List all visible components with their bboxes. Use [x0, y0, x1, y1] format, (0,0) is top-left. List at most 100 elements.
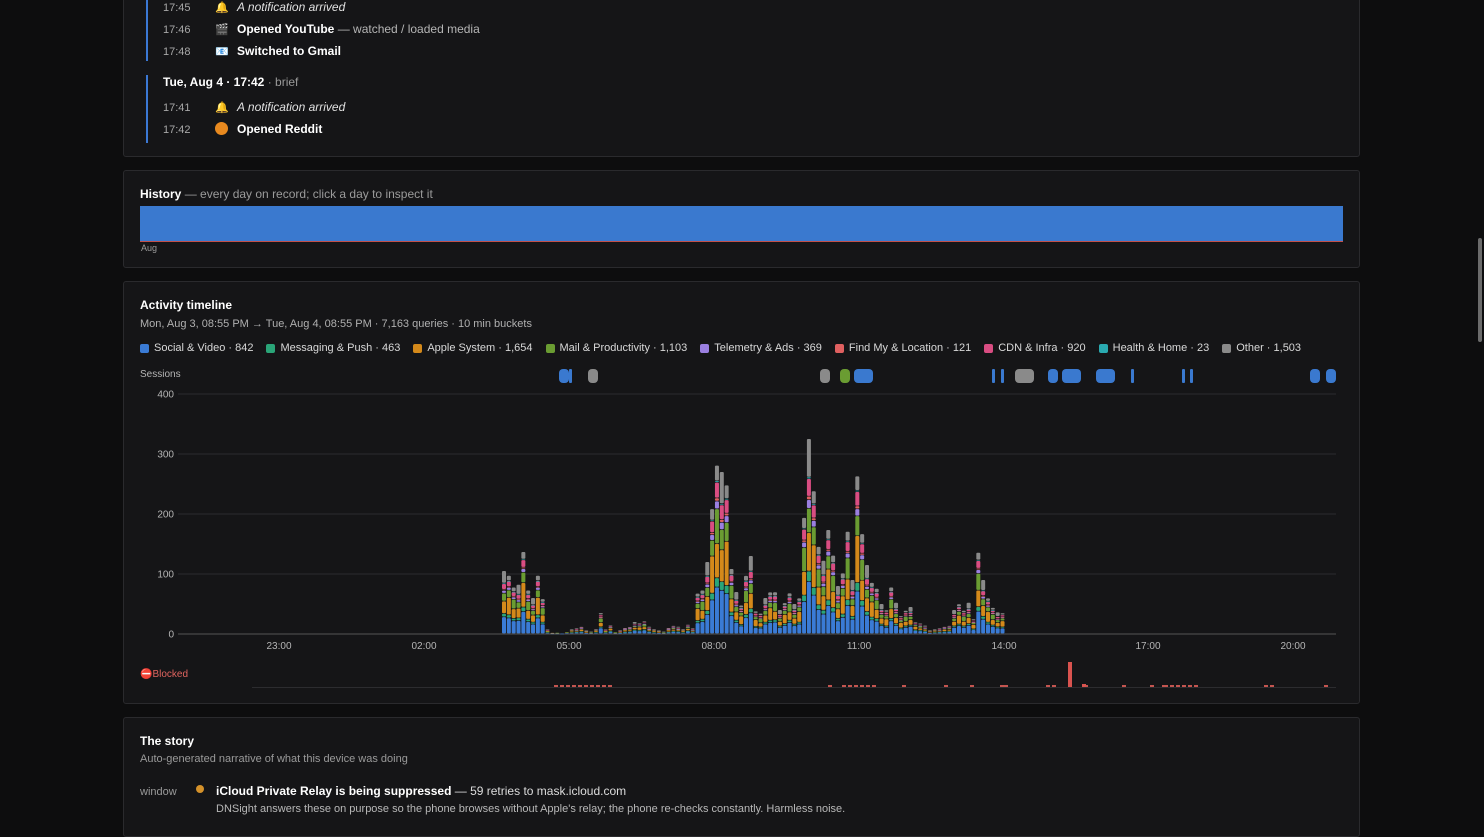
- bar-segment: [608, 631, 613, 632]
- bar-segment: [990, 626, 995, 634]
- bar-segment: [879, 614, 884, 618]
- blocked-mark: [1182, 685, 1186, 687]
- bar-segment: [971, 622, 976, 625]
- bar-segment: [598, 628, 603, 634]
- bar-segment: [618, 631, 623, 633]
- legend-item[interactable]: CDN & Infra · 920: [984, 342, 1086, 354]
- history-day-bar[interactable]: [140, 206, 1343, 242]
- bar-segment: [845, 542, 850, 551]
- bar-segment: [826, 605, 831, 634]
- bar-segment: [526, 610, 531, 619]
- activity-chart: Sessions 0 100 200 300 400 23:00 02:00 05:00 08:0…: [140, 369, 1336, 688]
- session-marker[interactable]: [1326, 369, 1336, 383]
- bar-segment: [603, 630, 608, 631]
- blocked-mark: [1170, 685, 1174, 687]
- session-marker[interactable]: [569, 369, 572, 383]
- legend-item[interactable]: Mail & Productivity · 1,103: [545, 342, 687, 354]
- x-tick-label: 11:00: [847, 641, 872, 652]
- bar-segment: [990, 614, 995, 620]
- event-row[interactable]: 17:45 🔔 A notification arrived: [163, 0, 345, 15]
- bar-segment: [806, 477, 811, 479]
- bar-segment: [821, 586, 826, 596]
- session-marker[interactable]: [588, 369, 598, 383]
- bar-segment: [976, 568, 981, 570]
- session-marker[interactable]: [1131, 369, 1134, 383]
- bar-segment: [502, 583, 506, 584]
- legend-item[interactable]: Social & Video · 842: [140, 342, 253, 354]
- bar-segment: [748, 580, 753, 584]
- session-marker[interactable]: [1062, 369, 1081, 383]
- session-marker[interactable]: [992, 369, 995, 383]
- bar-segment: [792, 624, 797, 626]
- session-marker[interactable]: [1096, 369, 1115, 383]
- bar-segment: [521, 567, 526, 569]
- bar-segment: [550, 632, 555, 634]
- session-marker[interactable]: [1310, 369, 1320, 383]
- legend-item[interactable]: Messaging & Push · 463: [266, 342, 400, 354]
- session-header[interactable]: Tue, Aug 4 · 17:42 · brief: [163, 75, 298, 89]
- event-row[interactable]: 17:46 🎬 Opened YouTube — watched / loaded …: [163, 21, 480, 37]
- session-marker[interactable]: [1048, 369, 1058, 383]
- blocked-mark: [1046, 685, 1050, 687]
- scrollbar-thumb[interactable]: [1478, 238, 1482, 342]
- bar-segment: [545, 632, 550, 634]
- story-item[interactable]: window iCloud Private Relay is being supp…: [140, 784, 626, 798]
- story-row-label: window: [140, 786, 177, 798]
- event-row[interactable]: 17:48 📧 Switched to Gmail: [163, 43, 341, 59]
- bar-segment: [506, 586, 511, 588]
- bar-segment: [773, 600, 778, 601]
- bar-segment: [748, 556, 753, 571]
- bar-segment: [502, 590, 506, 593]
- bar-segment: [903, 621, 908, 626]
- bar-segment: [540, 599, 545, 602]
- bar-segment: [797, 607, 802, 612]
- legend-item[interactable]: Telemetry & Ads · 369: [700, 342, 822, 354]
- bar-segment: [923, 631, 928, 634]
- legend-item[interactable]: Other · 1,503: [1222, 342, 1301, 354]
- session-marker[interactable]: [820, 369, 830, 383]
- bar-segment: [511, 592, 516, 596]
- session-marker[interactable]: [1015, 369, 1034, 383]
- legend-item[interactable]: Apple System · 1,654: [413, 342, 533, 354]
- bar-segment: [502, 617, 506, 634]
- blocked-mark: [854, 685, 858, 687]
- session-marker[interactable]: [1182, 369, 1185, 383]
- bar-segment: [521, 611, 526, 634]
- event-row[interactable]: 17:41 🔔 A notification arrived: [163, 99, 345, 115]
- bar-segment: [942, 626, 947, 628]
- bar-segment: [981, 606, 986, 617]
- legend-item[interactable]: Health & Home · 23: [1098, 342, 1209, 354]
- bar-segment: [787, 620, 792, 623]
- session-marker[interactable]: [854, 369, 873, 383]
- blocked-mark: [1004, 685, 1008, 687]
- session-marker[interactable]: [1001, 369, 1004, 383]
- scrollbar-track[interactable]: [1472, 0, 1484, 812]
- bar-segment: [874, 593, 879, 597]
- bar-segment: [690, 632, 695, 633]
- bar-segment: [608, 626, 613, 628]
- bar-segment: [627, 631, 632, 633]
- bar-segment: [748, 593, 753, 609]
- session-marker[interactable]: [1190, 369, 1193, 383]
- bar-segment: [564, 632, 569, 633]
- bar-segment: [729, 616, 734, 634]
- bar-segment: [869, 617, 874, 620]
- bar-segment: [656, 632, 661, 633]
- bar-segment: [986, 622, 990, 624]
- bar-segment: [608, 628, 613, 631]
- session-marker[interactable]: [559, 369, 569, 383]
- bar-segment: [923, 627, 928, 628]
- bar-segment: [874, 600, 879, 610]
- bar-segment: [835, 595, 840, 597]
- bar-segment: [956, 606, 961, 608]
- bar-segment: [719, 503, 724, 505]
- bar-segment: [869, 587, 874, 592]
- bar-segment: [976, 560, 981, 568]
- session-marker[interactable]: [840, 369, 850, 383]
- bar-segment: [835, 600, 840, 601]
- bar-segment: [952, 617, 957, 618]
- bar-segment: [685, 629, 690, 631]
- event-row[interactable]: 17:42 Opened Reddit: [163, 121, 322, 137]
- legend-item[interactable]: Find My & Location · 121: [834, 342, 971, 354]
- bar-segment: [913, 623, 918, 624]
